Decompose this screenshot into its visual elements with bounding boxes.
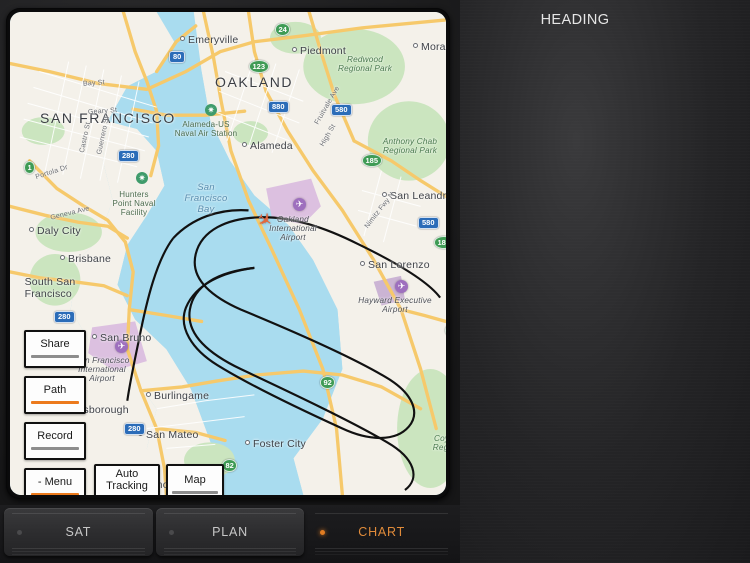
map-city-dot [360, 261, 365, 266]
map-city-dot [146, 392, 151, 397]
map-highway-shield: 92 [320, 376, 336, 389]
map-button-label: Path [43, 384, 67, 397]
map-highway-shield: 280 [124, 423, 145, 435]
map-button-state-bar [30, 354, 80, 358]
app-root: ✷ ✷ ✈ ✈ ✈ ✈ ✈ SAN FRANCISCOOAKLANDEmeryv… [0, 0, 750, 563]
map-button-state-bar [30, 446, 80, 450]
tab-chart[interactable]: CHART [307, 508, 456, 556]
tab-sat[interactable]: SAT [4, 508, 153, 556]
map-marker-sfo-airport: ✈ [115, 340, 128, 353]
map-city-dot [92, 334, 97, 339]
tab-ridge [12, 513, 145, 514]
map-button-state-bar [30, 400, 80, 404]
map-button-map[interactable]: Map [166, 464, 224, 495]
map-button-label: Map [184, 474, 206, 487]
map-button-label: Share [40, 338, 70, 351]
map-canvas[interactable]: ✷ ✷ ✈ ✈ ✈ ✈ ✈ SAN FRANCISCOOAKLANDEmeryv… [10, 12, 446, 495]
map-marker-hunters: ✷ [136, 172, 148, 184]
tab-label: SAT [65, 525, 92, 539]
map-highway-shield: 185 [434, 236, 446, 249]
map-button-auto-tracking[interactable]: Auto Tracking [94, 464, 160, 495]
tab-plan[interactable]: PLAN [155, 508, 305, 556]
map-highway-shield: 880 [268, 101, 289, 113]
map-marker-oak-airport: ✈ [293, 198, 306, 211]
map-highway-shield: 280 [118, 150, 139, 162]
tab-ridge [12, 548, 145, 549]
map-highway-shield: 185 [362, 154, 382, 167]
bottom-tab-bar: SAT PLAN CHART [0, 505, 460, 563]
tab-ridge [163, 548, 297, 549]
map-highway-shield: 123 [249, 60, 269, 73]
map-highway-shield: 82 [222, 459, 238, 472]
map-region: ✷ ✷ ✈ ✈ ✈ ✈ ✈ SAN FRANCISCOOAKLANDEmeryv… [0, 0, 460, 505]
map-city-dot [292, 47, 297, 52]
map-city-dot [60, 255, 65, 260]
tab-ridge [163, 513, 297, 514]
map-highway-shield: 1 [24, 161, 36, 174]
tab-label: PLAN [212, 525, 248, 539]
map-button-share[interactable]: Share [24, 330, 86, 368]
tab-led-indicator [320, 529, 326, 535]
map-highway-shield: 24 [275, 23, 291, 36]
map-highway-shield: 80 [169, 51, 186, 63]
tab-ridge [315, 548, 449, 549]
map-city-dot [29, 227, 34, 232]
map-button-menu[interactable]: - Menu [24, 468, 86, 495]
map-highway-shield: 580 [418, 217, 439, 229]
map-button-label: Record [37, 430, 73, 443]
map-city-dot [382, 192, 387, 197]
map-city-dot [242, 142, 247, 147]
map-marker-hayward-airport: ✈ [395, 280, 408, 293]
map-highway-shield: 280 [54, 311, 75, 323]
map-button-state-bar [30, 492, 80, 495]
map-button-path[interactable]: Path [24, 376, 86, 414]
map-button-label: Auto Tracking [106, 468, 148, 492]
tab-led-indicator [168, 529, 174, 535]
map-button-record[interactable]: Record [24, 422, 86, 460]
tab-led-indicator [17, 529, 22, 535]
avionics-panel: HEADING GPS 300 [460, 0, 750, 563]
map-marker-naval: ✷ [205, 104, 217, 116]
tab-ridge [315, 513, 449, 514]
map-bezel: ✷ ✷ ✈ ✈ ✈ ✈ ✈ SAN FRANCISCOOAKLANDEmeryv… [6, 8, 450, 499]
map-city-dot [245, 440, 250, 445]
page-title: HEADING [540, 12, 610, 28]
map-button-state-bar [172, 490, 218, 494]
map-city-dot [180, 36, 185, 41]
tab-label: CHART [358, 525, 406, 539]
map-city-dot [413, 43, 418, 48]
map-button-label: - Menu [37, 476, 73, 489]
map-highway-shield: 580 [331, 104, 352, 116]
